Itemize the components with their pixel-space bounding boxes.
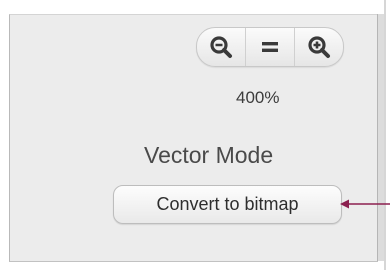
equals-icon (262, 42, 278, 52)
window-edge (384, 0, 386, 270)
annotation-arrow-icon (340, 199, 390, 209)
zoom-reset-button[interactable] (246, 28, 295, 66)
panel-scrollbar[interactable] (377, 14, 384, 261)
zoom-out-button[interactable] (197, 28, 246, 66)
zoom-in-button[interactable] (295, 28, 343, 66)
zoom-in-icon (308, 36, 330, 58)
zoom-level: 400% (236, 88, 280, 107)
zoom-controls (196, 27, 344, 67)
zoom-out-icon (210, 36, 232, 58)
editor-stage: 400% Vector Mode Convert to bitmap (0, 0, 390, 270)
mode-label: Vector Mode (144, 142, 274, 168)
convert-to-bitmap-button[interactable]: Convert to bitmap (113, 185, 342, 224)
